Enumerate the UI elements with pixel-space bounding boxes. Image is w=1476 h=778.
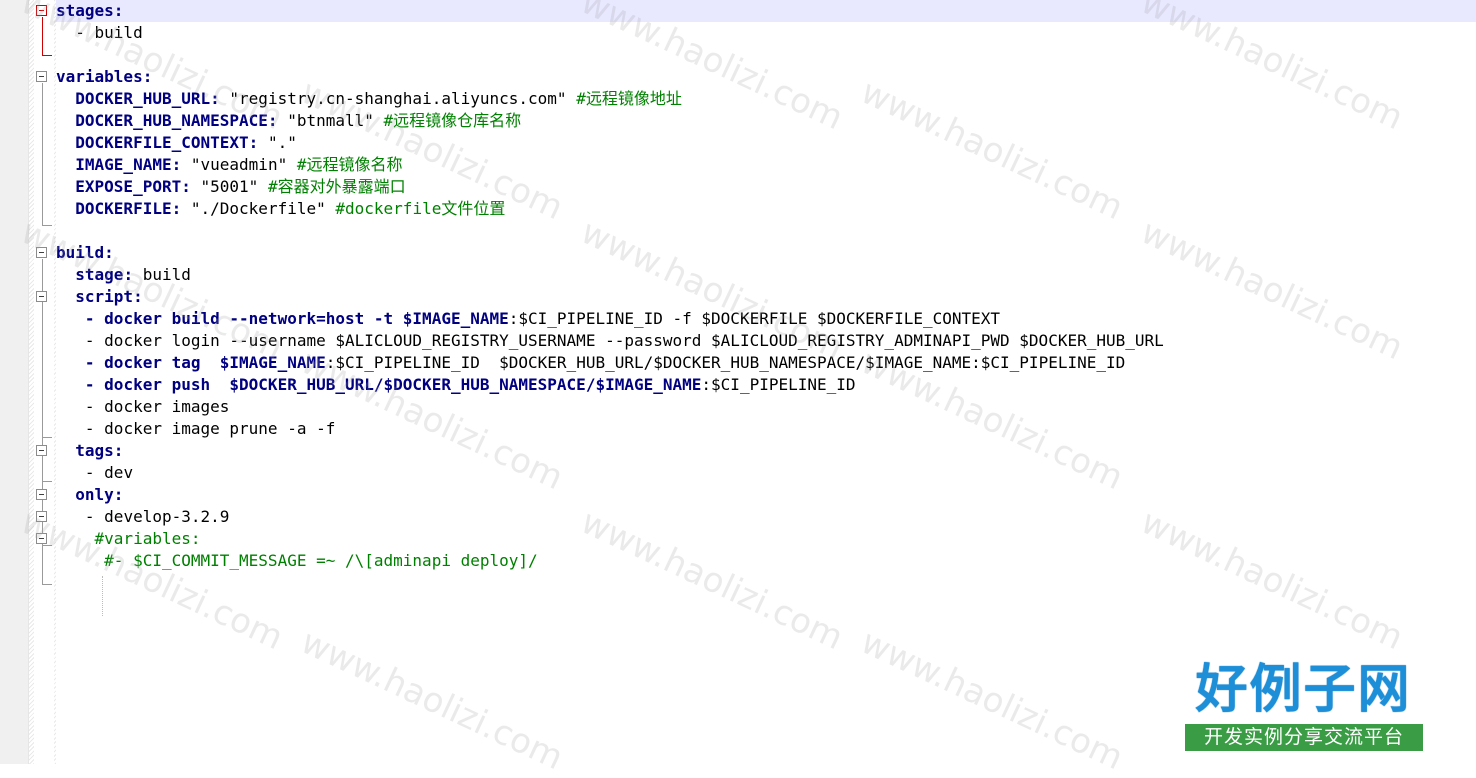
code-line-1: stages: (56, 0, 1476, 22)
comment: #远程镜像名称 (296, 155, 403, 174)
colon: : (142, 67, 153, 86)
indent-guide (102, 576, 103, 616)
fold-toggle-variables-icon[interactable] (36, 71, 47, 82)
code-line-24: - develop-3.2.9 (56, 506, 1476, 528)
code-line-18: - docker push $DOCKER_HUB_URL/$DOCKER_HU… (56, 374, 1476, 396)
code-line-21: tags: (56, 440, 1476, 462)
code-line-6: DOCKER_HUB_NAMESPACE: "btnmall" #远程镜像仓库名… (56, 110, 1476, 132)
comment: #远程镜像仓库名称 (383, 111, 522, 130)
comment-commit-message: #- $CI_COMMIT_MESSAGE =~ /\[adminapi dep… (104, 551, 538, 570)
fold-line-variables (42, 83, 43, 225)
colon: : (171, 199, 182, 218)
code-line-2: - build (56, 22, 1476, 44)
colon: : (181, 177, 191, 196)
fold-toggle-tags-icon[interactable] (36, 445, 47, 456)
code-line-10: DOCKERFILE: "./Dockerfile" #dockerfile文件… (56, 198, 1476, 220)
key-docker-hub-url: DOCKER_HUB_URL (75, 89, 211, 108)
fold-end-tags (42, 481, 52, 482)
key-image-name: IMAGE_NAME (75, 155, 172, 174)
comment-variables: #variables: (94, 529, 201, 548)
colon: : (210, 89, 220, 108)
fold-toggle-comment-icon[interactable] (36, 533, 47, 544)
code-line-14: script: (56, 286, 1476, 308)
colon: : (267, 111, 278, 130)
code-line-4: variables: (56, 66, 1476, 88)
code-line-17: - docker tag $IMAGE_NAME:$CI_PIPELINE_ID… (56, 352, 1476, 374)
value-context: "." (267, 133, 297, 152)
script-prune-cmd: - docker image prune -a -f (84, 419, 336, 438)
colon: : (104, 243, 114, 262)
code-line-26: #- $CI_COMMIT_MESSAGE =~ /\[adminapi dep… (56, 550, 1476, 572)
key-docker-hub-namespace: DOCKER_HUB_NAMESPACE (75, 111, 268, 130)
script-build-cmd: - docker build --network=host -t $IMAGE_… (84, 309, 509, 328)
code-line-7: DOCKERFILE_CONTEXT: "." (56, 132, 1476, 154)
key-expose-port: EXPOSE_PORT (75, 177, 182, 196)
comment: #容器对外暴露端口 (267, 177, 406, 196)
value-namespace: "btnmall" (287, 111, 374, 130)
code-line-23: only: (56, 484, 1476, 506)
logo-title: 好例子网 (1195, 660, 1412, 720)
fold-end-variables (42, 225, 52, 226)
key-dockerfile: DOCKERFILE (75, 199, 172, 218)
key-script: script (75, 287, 134, 306)
code-line-12: build: (56, 242, 1476, 264)
colon: : (123, 265, 134, 284)
fold-end-script (42, 437, 52, 438)
key-build: build (56, 243, 105, 262)
colon: : (171, 155, 182, 174)
code-line-25: #variables: (56, 528, 1476, 550)
code-line-20: - docker image prune -a -f (56, 418, 1476, 440)
code-line-13: stage: build (56, 264, 1476, 286)
colon: : (133, 287, 143, 306)
script-images-cmd: - docker images (84, 397, 230, 416)
fold-toggle-script-icon[interactable] (36, 291, 47, 302)
comment: #远程镜像地址 (576, 89, 682, 108)
logo-subtitle: 开发实例分享交流平台 (1185, 724, 1423, 751)
value-dockerfile: "./Dockerfile" (190, 199, 326, 218)
key-dockerfile-context: DOCKERFILE_CONTEXT (75, 133, 249, 152)
code-line-16: - docker login --username $ALICLOUD_REGI… (56, 330, 1476, 352)
comment: #dockerfile文件位置 (335, 199, 506, 218)
fold-toggle-build-icon[interactable] (36, 247, 47, 258)
fold-margin (34, 0, 54, 764)
fold-toggle-develop-icon[interactable] (36, 511, 47, 522)
fold-line-stages (42, 17, 43, 55)
fold-end-stages (42, 55, 52, 56)
colon: : (113, 441, 124, 460)
code-line-15: - docker build --network=host -t $IMAGE_… (56, 308, 1476, 330)
value-image-name: "vueadmin" (190, 155, 288, 174)
colon: : (113, 485, 124, 504)
fold-toggle-only-icon[interactable] (36, 489, 47, 500)
script-login-cmd: - docker login --username $ALICLOUD_REGI… (84, 331, 1164, 350)
key-stage: stage (75, 265, 124, 284)
script-push-args: :$CI_PIPELINE_ID (701, 375, 856, 394)
code-line-19: - docker images (56, 396, 1476, 418)
fold-end-build (42, 584, 52, 585)
key-variables: variables (56, 67, 143, 86)
script-tag-cmd: - docker tag $IMAGE_NAME (84, 353, 326, 372)
line-margin (0, 0, 29, 764)
code-line-9: EXPOSE_PORT: "5001" #容器对外暴露端口 (56, 176, 1476, 198)
site-logo: 好例子网 开发实例分享交流平台 (1183, 660, 1424, 753)
key-only: only (75, 485, 114, 504)
fold-end-develop (42, 545, 52, 546)
script-push-cmd: - docker push $DOCKER_HUB_URL/$DOCKER_HU… (84, 375, 702, 394)
colon: : (248, 133, 259, 152)
stage-item: - build (56, 23, 143, 42)
value-port: "5001" (200, 177, 259, 196)
colon: : (113, 1, 124, 20)
code-line-5: DOCKER_HUB_URL: "registry.cn-shanghai.al… (56, 88, 1476, 110)
key-stages: stages (56, 1, 114, 20)
code-line-8: IMAGE_NAME: "vueadmin" #远程镜像名称 (56, 154, 1476, 176)
code-editor[interactable]: stages: - build variables: DOCKER_HUB_UR… (56, 0, 1476, 764)
value-stage: build (142, 265, 191, 284)
only-item: - develop-3.2.9 (84, 507, 230, 526)
code-line-22: - dev (56, 462, 1476, 484)
key-tags: tags (75, 441, 114, 460)
fold-toggle-stages-icon[interactable] (36, 5, 47, 16)
tag-item: - dev (84, 463, 134, 482)
script-tag-args: :$CI_PIPELINE_ID $DOCKER_HUB_URL/$DOCKER… (325, 353, 1126, 372)
value-docker-hub-url: "registry.cn-shanghai.aliyuncs.com" (229, 89, 567, 108)
script-build-args: :$CI_PIPELINE_ID -f $DOCKERFILE $DOCKERF… (508, 309, 1001, 328)
